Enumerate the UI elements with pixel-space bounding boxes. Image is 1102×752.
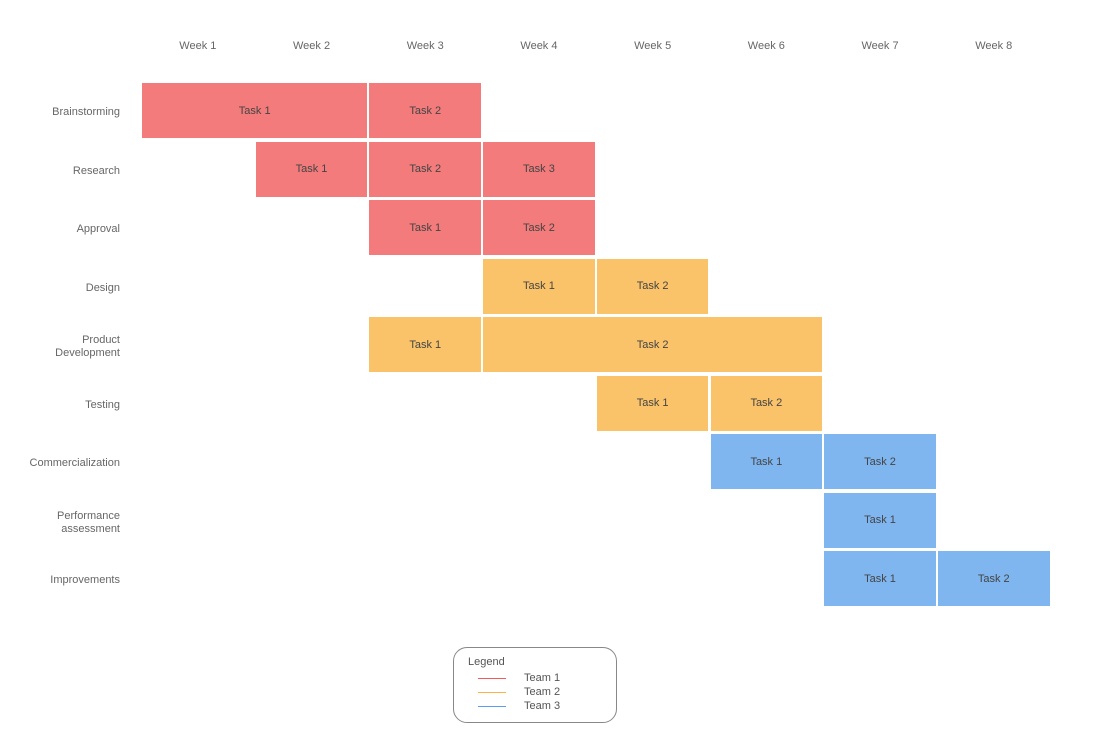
legend-label: Team 2 — [524, 686, 560, 698]
legend-label: Team 1 — [524, 672, 560, 684]
row-label: Approval — [0, 223, 120, 236]
gantt-bar: Task 1 — [482, 258, 596, 315]
gantt-bar: Task 1 — [141, 82, 368, 139]
legend-swatch — [478, 692, 506, 693]
legend-item: Team 2 — [468, 686, 602, 698]
gantt-bar: Task 2 — [368, 141, 482, 198]
gantt-bar: Task 2 — [482, 199, 596, 256]
legend-title: Legend — [468, 656, 602, 668]
gantt-bar: Task 1 — [255, 141, 369, 198]
gantt-bar: Task 1 — [710, 433, 824, 490]
week-header: Week 3 — [369, 40, 482, 52]
gantt-bar: Task 2 — [368, 82, 482, 139]
gantt-bar: Task 2 — [596, 258, 710, 315]
legend-label: Team 3 — [524, 700, 560, 712]
week-header: Week 4 — [482, 40, 595, 52]
week-header: Week 8 — [937, 40, 1050, 52]
row-label: Research — [0, 165, 120, 178]
row-label: Design — [0, 282, 120, 295]
week-header: Week 1 — [141, 40, 254, 52]
legend-swatch — [478, 678, 506, 679]
week-header: Week 5 — [596, 40, 709, 52]
row-label: Brainstorming — [0, 106, 120, 119]
gantt-bar: Task 2 — [823, 433, 937, 490]
gantt-chart: Week 1Week 2Week 3Week 4Week 5Week 6Week… — [0, 0, 1102, 752]
gantt-bar: Task 2 — [710, 375, 824, 432]
week-header: Week 2 — [255, 40, 368, 52]
legend-swatch — [478, 706, 506, 707]
row-label: Testing — [0, 399, 120, 412]
legend: Legend Team 1 Team 2 Team 3 — [453, 647, 617, 723]
gantt-bar: Task 2 — [482, 316, 823, 373]
row-label: Performanceassessment — [0, 510, 120, 536]
week-header: Week 6 — [710, 40, 823, 52]
gantt-bar: Task 3 — [482, 141, 596, 198]
row-label: Improvements — [0, 574, 120, 587]
gantt-bar: Task 2 — [937, 550, 1051, 607]
gantt-bar: Task 1 — [823, 550, 937, 607]
gantt-bar: Task 1 — [823, 492, 937, 549]
gantt-bar: Task 1 — [368, 316, 482, 373]
row-label: ProductDevelopment — [0, 334, 120, 360]
gantt-bar: Task 1 — [368, 199, 482, 256]
gantt-bar: Task 1 — [596, 375, 710, 432]
week-header: Week 7 — [824, 40, 937, 52]
legend-item: Team 1 — [468, 672, 602, 684]
legend-item: Team 3 — [468, 700, 602, 712]
row-label: Commercialization — [0, 457, 120, 470]
